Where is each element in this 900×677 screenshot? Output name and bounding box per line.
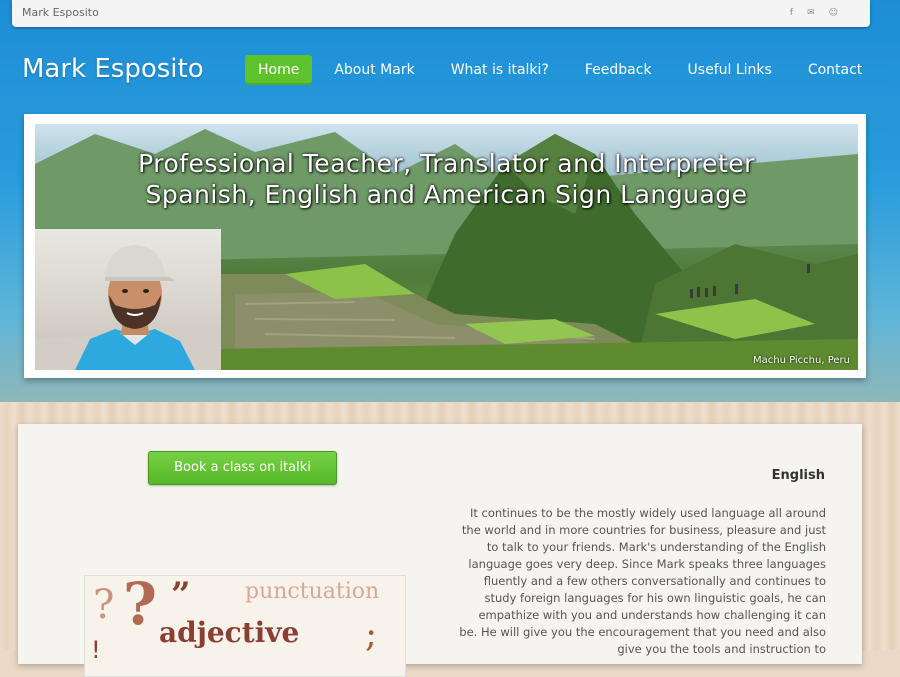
hero-headline: Professional Teacher, Translator and Int… xyxy=(35,148,858,210)
svg-text:?: ? xyxy=(93,582,114,628)
social-links: f✉☺ xyxy=(790,8,852,18)
hero-headline-line1: Professional Teacher, Translator and Int… xyxy=(138,149,755,178)
email-icon[interactable]: ✉ xyxy=(807,8,829,18)
svg-text:;: ; xyxy=(365,614,377,655)
main-nav: Home About Mark What is italki? Feedback… xyxy=(245,55,898,85)
section-text: It continues to be the mostly widely use… xyxy=(459,506,826,656)
nav-what-is-italki[interactable]: What is italki? xyxy=(451,55,549,85)
grammar-word-punctuation: punctuation xyxy=(245,579,379,604)
book-class-button[interactable]: Book a class on italki xyxy=(148,451,337,485)
person-portrait xyxy=(35,245,221,370)
main-content: Book a class on italki English It contin… xyxy=(18,424,862,677)
grammar-words-image: ? ? ” punctuation ! adjective ; xyxy=(84,575,406,677)
nav-contact[interactable]: Contact xyxy=(808,55,862,85)
nav-about-mark[interactable]: About Mark xyxy=(334,55,414,85)
profile-photo xyxy=(35,229,221,370)
nav-home[interactable]: Home xyxy=(245,55,313,85)
nav-feedback[interactable]: Feedback xyxy=(585,55,652,85)
grammar-word-adjective: adjective xyxy=(159,616,299,649)
hero-slider: Professional Teacher, Translator and Int… xyxy=(24,114,866,378)
nav-useful-links[interactable]: Useful Links xyxy=(688,55,772,85)
top-bar: Mark Esposito f✉☺ xyxy=(12,0,870,27)
grammar-illustration: ? ? ” punctuation ! adjective ; xyxy=(91,576,379,664)
section-title: English xyxy=(771,468,825,483)
users-icon[interactable]: ☺ xyxy=(829,8,852,18)
facebook-icon[interactable]: f xyxy=(790,8,807,18)
hero-headline-line2: Spanish, English and American Sign Langu… xyxy=(145,180,748,209)
site-title[interactable]: Mark Esposito xyxy=(22,54,204,84)
svg-text:”: ” xyxy=(171,576,191,615)
svg-text:!: ! xyxy=(91,636,101,664)
hero-caption: Machu Picchu, Peru xyxy=(752,355,850,366)
svg-text:?: ? xyxy=(123,576,157,638)
top-bar-site-name: Mark Esposito xyxy=(22,6,99,19)
hero-image: Professional Teacher, Translator and Int… xyxy=(35,124,858,370)
